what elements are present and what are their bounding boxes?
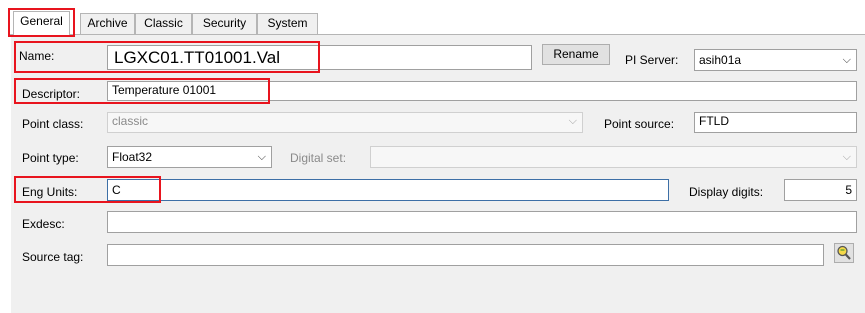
display-digits-field[interactable]: 5 xyxy=(784,179,857,201)
tab-classic[interactable]: Classic xyxy=(135,13,192,34)
point-class-value: classic xyxy=(112,114,149,128)
tab-archive[interactable]: Archive xyxy=(80,13,135,34)
tab-general[interactable]: General xyxy=(13,11,70,36)
source-tag-field[interactable] xyxy=(107,244,824,266)
chevron-down-icon: ⌵ xyxy=(842,151,851,163)
eng-units-label: Eng Units: xyxy=(22,185,78,199)
name-field[interactable]: LGXC01.TT01001.Val xyxy=(107,45,532,70)
chevron-down-icon: ⌵ xyxy=(257,151,266,163)
chevron-down-icon: ⌵ xyxy=(842,54,851,66)
descriptor-label: Descriptor: xyxy=(22,87,81,101)
name-label: Name: xyxy=(19,49,55,63)
tab-system[interactable]: System xyxy=(257,13,318,34)
panel-border-top xyxy=(10,34,865,35)
descriptor-field[interactable]: Temperature 01001 xyxy=(107,81,857,101)
pi-server-value: asih01a xyxy=(699,53,742,67)
point-source-field[interactable]: FTLD xyxy=(694,112,857,133)
digital-set-select[interactable]: ⌵ xyxy=(370,146,857,168)
display-digits-label: Display digits: xyxy=(689,185,764,199)
tab-security[interactable]: Security xyxy=(192,13,257,34)
exdesc-field[interactable] xyxy=(107,211,857,233)
eng-units-field[interactable]: C xyxy=(107,179,669,201)
digital-set-label: Digital set: xyxy=(290,151,347,165)
general-panel xyxy=(11,35,865,313)
pi-server-select[interactable]: asih01a ⌵ xyxy=(694,49,857,71)
pi-server-label: PI Server: xyxy=(625,53,679,67)
exdesc-label: Exdesc: xyxy=(22,217,65,231)
source-tag-label: Source tag: xyxy=(22,250,84,264)
point-class-label: Point class: xyxy=(22,117,84,131)
chevron-down-icon: ⌵ xyxy=(568,115,577,127)
magnifier-icon xyxy=(837,245,851,260)
point-type-label: Point type: xyxy=(22,151,79,165)
rename-button[interactable]: Rename xyxy=(542,44,610,65)
point-source-label: Point source: xyxy=(604,117,675,131)
point-type-value: Float32 xyxy=(112,150,153,164)
source-tag-lookup-button[interactable] xyxy=(834,243,854,263)
point-type-select[interactable]: Float32 ⌵ xyxy=(107,146,272,168)
point-class-select[interactable]: classic ⌵ xyxy=(107,112,583,133)
